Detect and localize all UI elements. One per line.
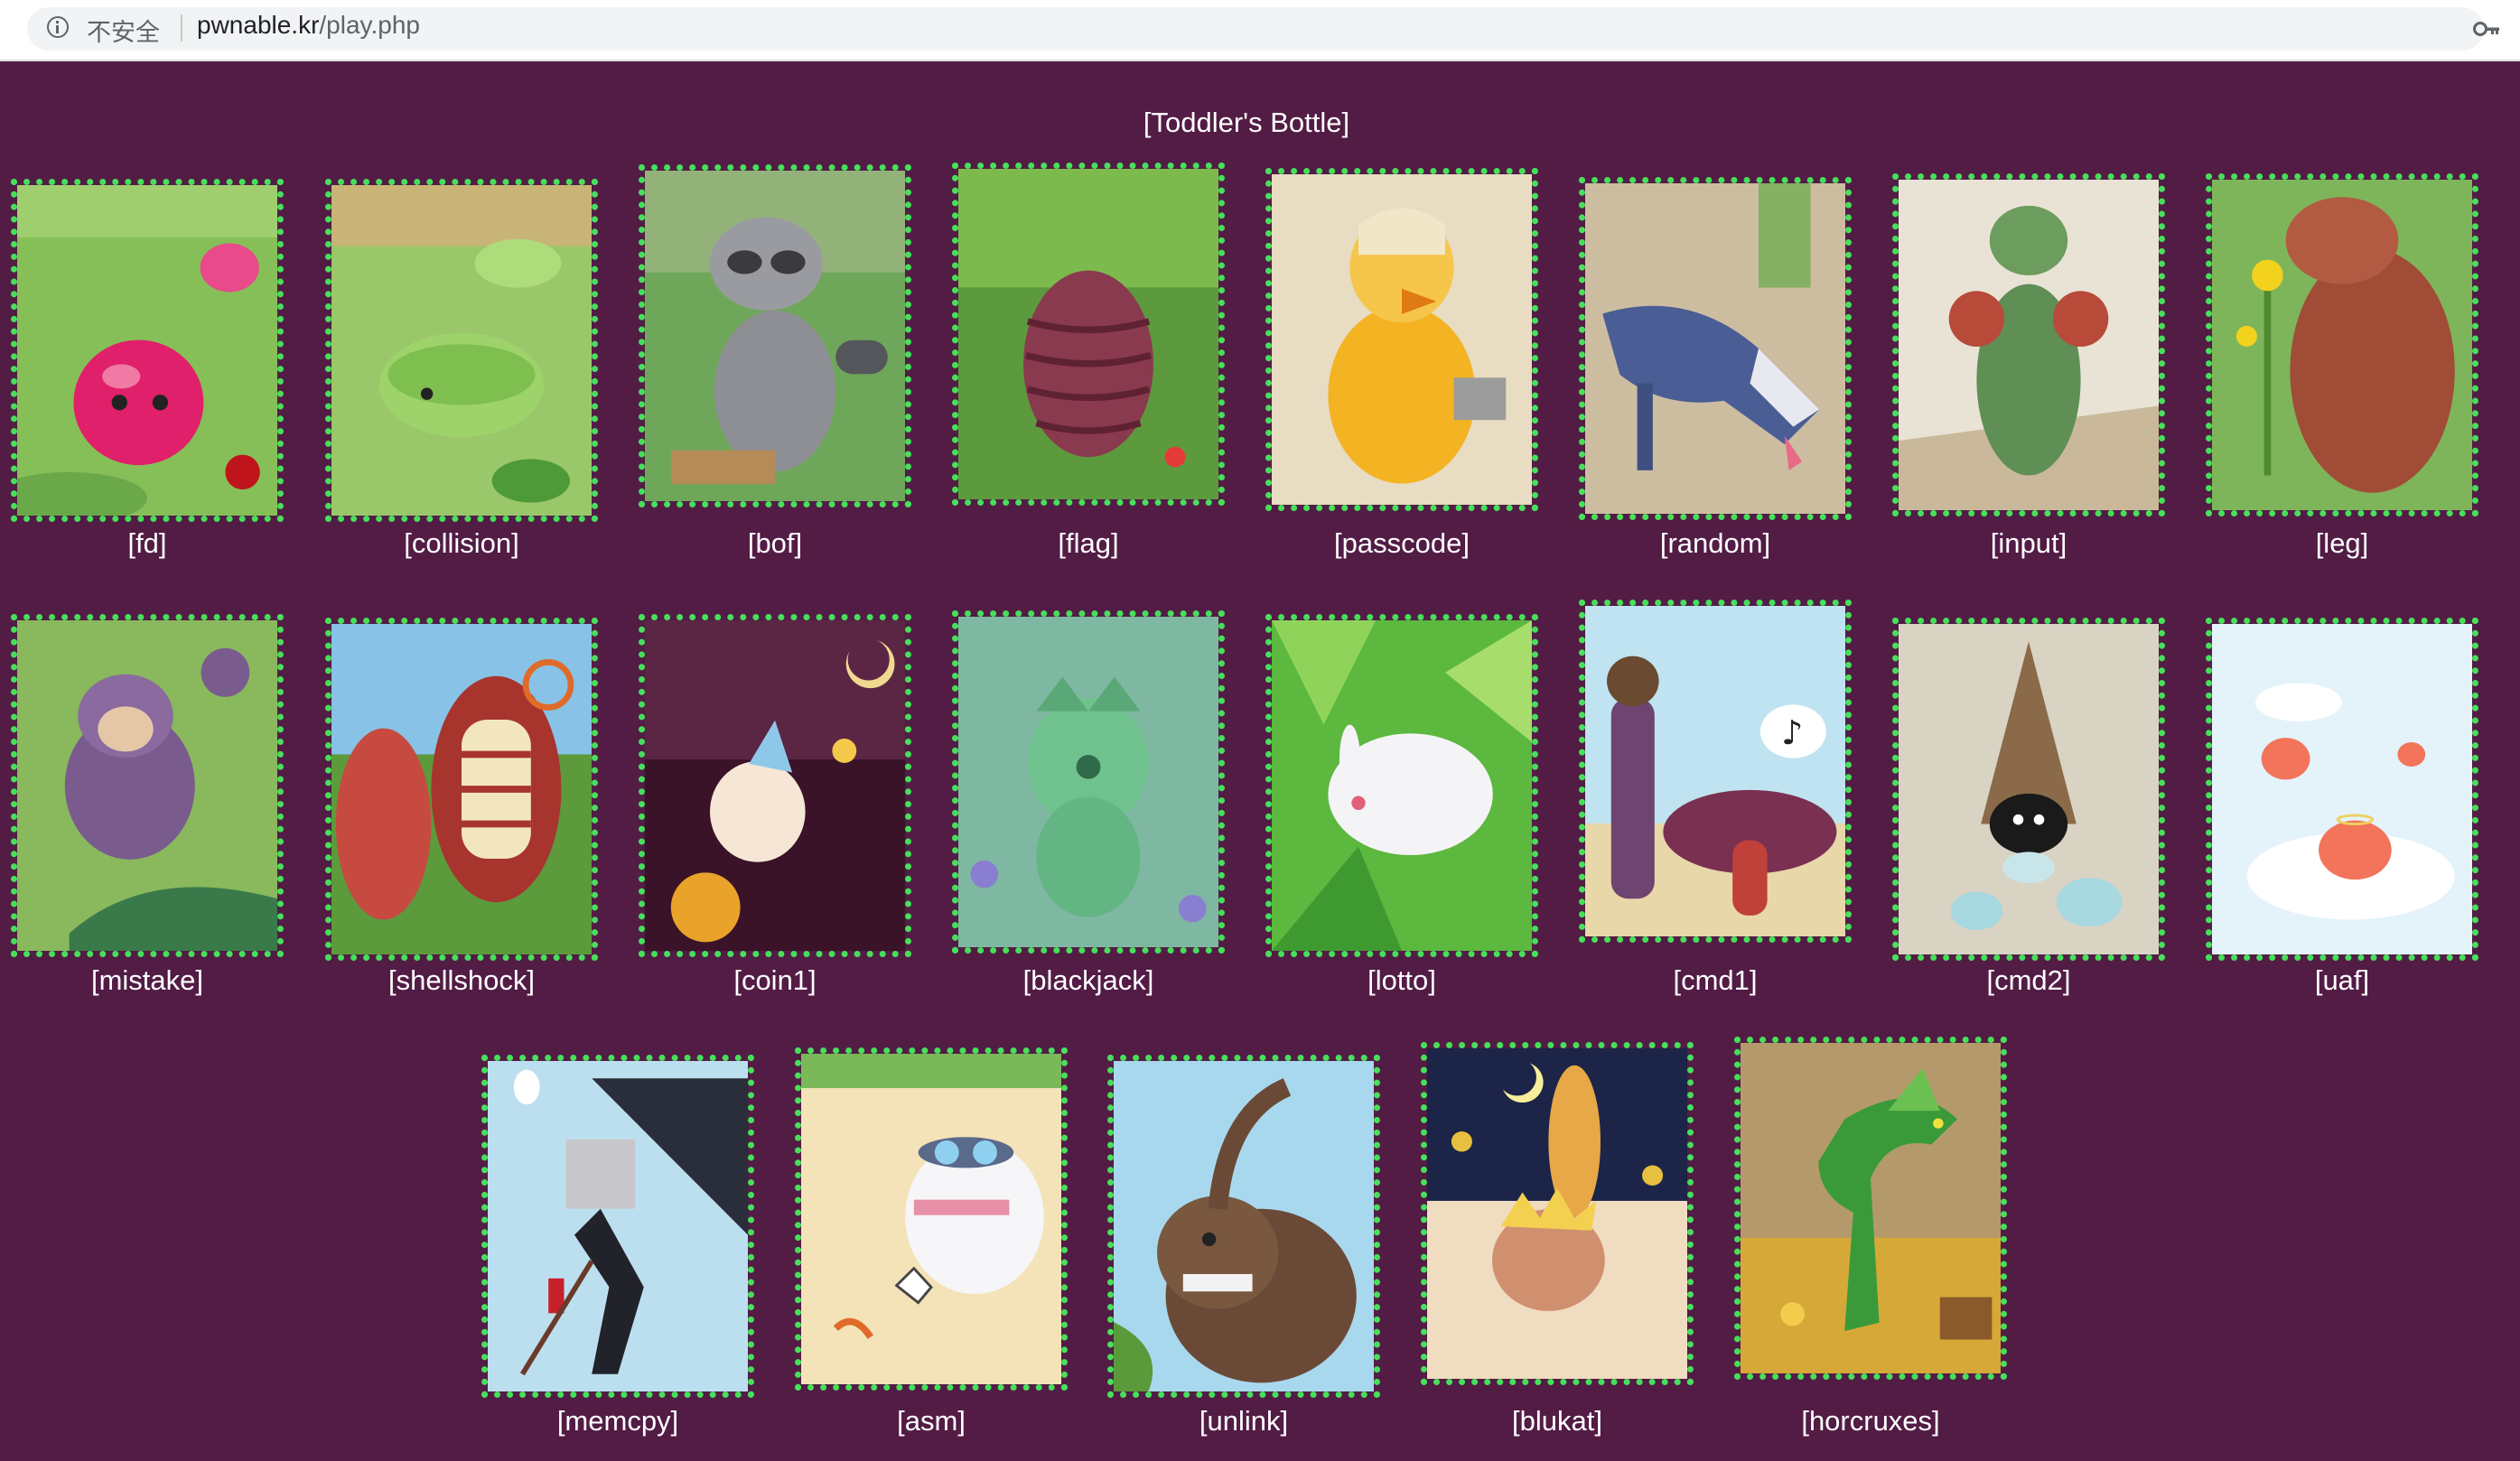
hooded-shell-icon bbox=[1899, 624, 2159, 954]
key-icon[interactable] bbox=[2473, 18, 2500, 40]
challenge-card-shellshock[interactable] bbox=[325, 618, 598, 961]
rhino-beetle-icon bbox=[1114, 1061, 1374, 1391]
challenge-label[interactable]: [fd] bbox=[11, 527, 284, 560]
challenge-card-blukat[interactable] bbox=[1421, 1042, 1694, 1385]
svg-text:♪: ♪ bbox=[1781, 713, 1804, 752]
challenge-card-blackjack[interactable] bbox=[952, 610, 1225, 954]
challenge-label[interactable]: [flag] bbox=[952, 527, 1225, 560]
url-host: pwnable.kr bbox=[197, 11, 320, 39]
challenge-label[interactable]: [leg] bbox=[2206, 527, 2478, 560]
challenge-label[interactable]: [passcode] bbox=[1265, 527, 1538, 560]
challenge-card-input[interactable] bbox=[1892, 173, 2165, 516]
challenge-card-random[interactable] bbox=[1579, 177, 1852, 520]
goggle-bird-icon bbox=[801, 1054, 1061, 1384]
challenge-label[interactable]: [lotto] bbox=[1265, 964, 1538, 997]
white-rabbit-icon bbox=[1272, 620, 1532, 951]
venus-flytrap-icon bbox=[331, 624, 592, 954]
green-caterpillar-icon bbox=[331, 185, 592, 516]
pink-slime-clouds-icon bbox=[2212, 624, 2472, 954]
challenge-card-leg[interactable] bbox=[2206, 173, 2478, 516]
section-title: [Toddler's Bottle] bbox=[1143, 107, 1350, 138]
challenge-card-coin1[interactable] bbox=[639, 614, 911, 957]
security-label[interactable]: 不安全 bbox=[87, 13, 160, 48]
challenge-card-cmd1[interactable]: ♪ bbox=[1579, 600, 1852, 943]
challenge-label[interactable]: [coin1] bbox=[639, 964, 911, 997]
yellow-bird-icon bbox=[1272, 174, 1532, 505]
challenge-card-collision[interactable] bbox=[325, 179, 598, 522]
challenge-label[interactable]: [shellshock] bbox=[325, 964, 598, 997]
green-frog-icon bbox=[958, 617, 1218, 947]
challenge-label[interactable]: [blackjack] bbox=[952, 964, 1225, 997]
blue-wolf-icon bbox=[1585, 183, 1845, 514]
challenge-label[interactable]: [random] bbox=[1579, 527, 1852, 560]
ghost-lantern-icon bbox=[645, 620, 905, 951]
purple-monkey-icon bbox=[17, 620, 277, 951]
challenge-card-uaf[interactable] bbox=[2206, 618, 2478, 961]
raccoon-icon bbox=[645, 171, 905, 501]
bucket-knight-icon bbox=[488, 1061, 748, 1391]
green-lizard-icon bbox=[1741, 1043, 2001, 1373]
girl-mushroom-icon: ♪ bbox=[1585, 606, 1845, 936]
challenge-card-asm[interactable] bbox=[795, 1047, 1068, 1391]
url-path: /play.php bbox=[319, 11, 420, 39]
challenge-card-memcpy[interactable] bbox=[481, 1055, 754, 1398]
challenge-card-lotto[interactable] bbox=[1265, 614, 1538, 957]
challenge-label[interactable]: [horcruxes] bbox=[1734, 1405, 2007, 1438]
url-separator bbox=[181, 14, 182, 42]
green-cricket-icon bbox=[1899, 180, 2159, 510]
challenge-label[interactable]: [memcpy] bbox=[481, 1405, 754, 1438]
challenge-label[interactable]: [bof] bbox=[639, 527, 911, 560]
challenge-label[interactable]: [uaf] bbox=[2206, 964, 2478, 997]
challenge-card-unlink[interactable] bbox=[1107, 1055, 1380, 1398]
challenge-label[interactable]: [blukat] bbox=[1421, 1405, 1694, 1438]
brown-bear-icon bbox=[2212, 180, 2472, 510]
challenge-label[interactable]: [mistake] bbox=[11, 964, 284, 997]
club-kid-icon bbox=[1427, 1048, 1687, 1379]
challenge-card-mistake[interactable] bbox=[11, 614, 284, 957]
challenge-card-flag[interactable] bbox=[952, 163, 1225, 506]
challenge-label[interactable]: [asm] bbox=[795, 1405, 1068, 1438]
challenge-card-bof[interactable] bbox=[639, 164, 911, 507]
challenge-card-fd[interactable] bbox=[11, 179, 284, 522]
challenge-label[interactable]: [cmd2] bbox=[1892, 964, 2165, 997]
cocoon-icon bbox=[958, 169, 1218, 499]
challenge-label[interactable]: [collision] bbox=[325, 527, 598, 560]
info-icon[interactable] bbox=[47, 16, 69, 38]
challenge-label[interactable]: [unlink] bbox=[1107, 1405, 1380, 1438]
challenge-label[interactable]: [cmd1] bbox=[1579, 964, 1852, 997]
challenge-card-cmd2[interactable] bbox=[1892, 618, 2165, 961]
browser-address-bar: 不安全 pwnable.kr/play.php bbox=[0, 0, 2520, 61]
url-text[interactable]: pwnable.kr/play.php bbox=[197, 11, 420, 40]
pink-slime-icon bbox=[17, 185, 277, 516]
challenge-label[interactable]: [input] bbox=[1892, 527, 2165, 560]
challenge-card-horcruxes[interactable] bbox=[1734, 1037, 2007, 1380]
challenge-card-passcode[interactable] bbox=[1265, 168, 1538, 511]
